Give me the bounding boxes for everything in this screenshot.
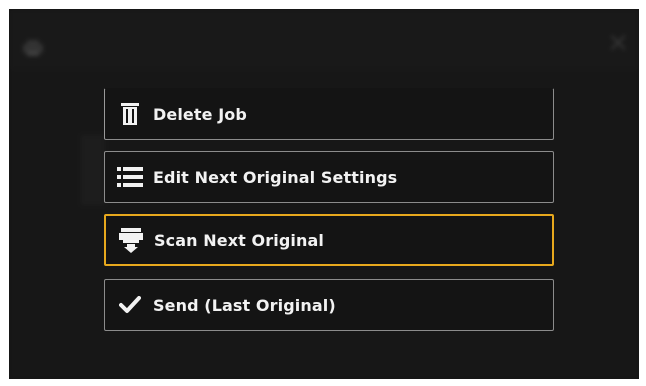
send-last-original-button[interactable]: Send (Last Original) — [104, 279, 554, 331]
delete-job-label: Delete Job — [153, 104, 247, 124]
delete-job-button[interactable]: Delete Job — [104, 88, 554, 140]
checkmark-icon — [117, 292, 143, 318]
list-icon — [117, 164, 143, 190]
edit-next-original-settings-button[interactable]: Edit Next Original Settings — [104, 151, 554, 203]
send-last-original-label: Send (Last Original) — [153, 295, 336, 315]
edit-next-original-settings-label: Edit Next Original Settings — [153, 167, 398, 187]
scanner-icon — [118, 227, 144, 253]
scan-next-original-label: Scan Next Original — [154, 230, 324, 250]
trash-icon — [117, 101, 143, 127]
dialog-screen: ✕ Delete Job Edit Next Original Settings… — [9, 9, 639, 379]
scan-next-original-button[interactable]: Scan Next Original — [104, 214, 554, 266]
